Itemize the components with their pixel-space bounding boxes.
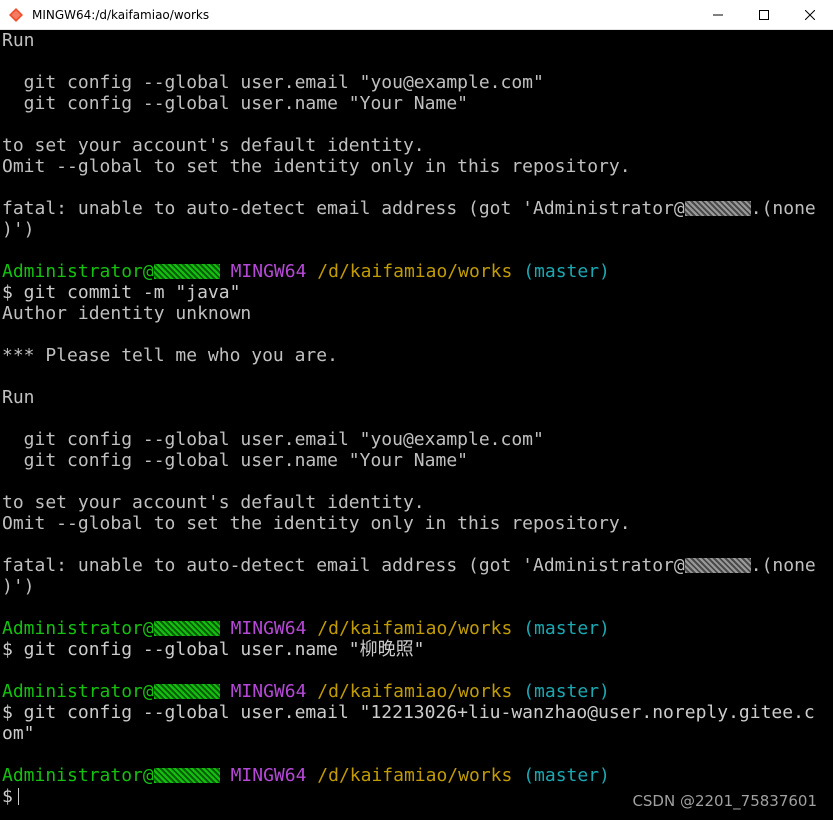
close-button[interactable] [787,0,833,30]
output-line: Run [2,387,35,408]
redacted-hostname [153,264,220,279]
redacted-hostname [684,201,751,216]
output-line: Omit --global to set the identity only i… [2,156,631,177]
command-line: $ git config --global user.name "柳晚照" [2,639,425,660]
error-line: fatal: unable to auto-detect email addre… [2,198,833,219]
error-line: fatal: unable to auto-detect email addre… [2,555,833,576]
output-line: git config --global user.email "you@exam… [2,429,544,450]
prompt-user: Administrator@ [2,618,154,639]
prompt-symbol: $ [2,786,13,807]
git-bash-icon [8,7,24,23]
error-text: fatal: unable to auto-detect email addre… [2,555,685,576]
output-line: Run [2,30,35,51]
command-line: $ git commit -m "java" [2,282,241,303]
watermark: CSDN @2201_75837601 [632,792,817,810]
prompt-user: Administrator@ [2,681,154,702]
output-line: )') [2,219,35,240]
prompt-user: Administrator@ [2,261,154,282]
prompt-path: /d/kaifamiao/works [317,765,513,786]
output-line: to set your account's default identity. [2,135,425,156]
output-line: )') [2,576,35,597]
prompt-user: Administrator@ [2,765,154,786]
prompt-path: /d/kaifamiao/works [317,681,513,702]
prompt-system: MINGW64 [230,681,307,702]
terminal-output[interactable]: Run git config --global user.email "you@… [0,30,833,820]
shell-prompt: Administrator@ MINGW64 /d/kaifamiao/work… [2,261,833,282]
window-title: MINGW64:/d/kaifamiao/works [32,7,210,22]
command-line-wrap: om" [2,723,35,744]
prompt-system: MINGW64 [230,261,307,282]
text-cursor [17,788,19,805]
output-line: git config --global user.name "Your Name… [2,450,468,471]
prompt-branch: (master) [523,765,610,786]
prompt-path: /d/kaifamiao/works [317,261,513,282]
prompt-system: MINGW64 [230,618,307,639]
output-line: git config --global user.name "Your Name… [2,93,468,114]
output-line: *** Please tell me who you are. [2,345,338,366]
redacted-hostname [153,621,220,636]
maximize-button[interactable] [741,0,787,30]
error-text: fatal: unable to auto-detect email addre… [2,198,685,219]
prompt-system: MINGW64 [230,765,307,786]
command-line: $ git config --global user.email "122130… [2,702,815,723]
shell-prompt: Administrator@ MINGW64 /d/kaifamiao/work… [2,618,833,639]
prompt-branch: (master) [523,681,610,702]
prompt-branch: (master) [523,618,610,639]
maximize-icon [759,9,769,20]
redacted-hostname [684,558,751,573]
output-line: git config --global user.email "you@exam… [2,72,544,93]
minimize-button[interactable] [695,0,741,30]
shell-prompt: Administrator@ MINGW64 /d/kaifamiao/work… [2,765,833,786]
output-line: to set your account's default identity. [2,492,425,513]
minimize-icon [713,14,723,15]
redacted-hostname [153,768,220,783]
close-icon [805,9,815,20]
title-bar: MINGW64:/d/kaifamiao/works [0,0,833,30]
output-line: Omit --global to set the identity only i… [2,513,631,534]
shell-prompt: Administrator@ MINGW64 /d/kaifamiao/work… [2,681,833,702]
redacted-hostname [153,684,220,699]
output-line: Author identity unknown [2,303,252,324]
error-text-end: .(none [750,198,816,219]
prompt-path: /d/kaifamiao/works [317,618,513,639]
error-text-end: .(none [750,555,816,576]
prompt-branch: (master) [523,261,610,282]
